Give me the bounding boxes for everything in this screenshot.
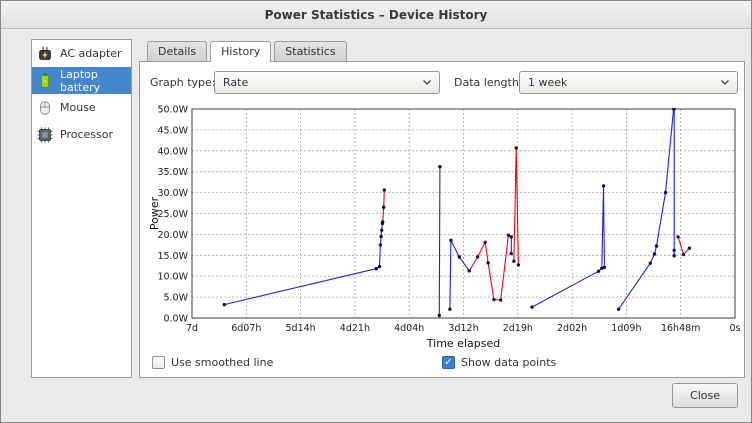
processor-icon bbox=[35, 125, 55, 145]
graph-type-value: Rate bbox=[223, 76, 248, 89]
ac-adapter-icon bbox=[35, 44, 55, 64]
checkbox-box[interactable]: ✓ bbox=[442, 356, 455, 369]
sidebar-item-laptop-battery[interactable]: Laptop battery bbox=[32, 67, 131, 94]
svg-text:50.0W: 50.0W bbox=[157, 105, 188, 116]
use-smoothed-line-checkbox[interactable]: ✓ Use smoothed line bbox=[152, 356, 273, 369]
svg-text:7d: 7d bbox=[186, 323, 198, 334]
svg-text:20.0W: 20.0W bbox=[157, 230, 188, 241]
check-icon: ✓ bbox=[444, 358, 452, 368]
svg-text:15.0W: 15.0W bbox=[157, 251, 188, 262]
svg-text:16h48m: 16h48m bbox=[661, 323, 700, 334]
svg-text:25.0W: 25.0W bbox=[157, 209, 188, 220]
svg-text:2d02h: 2d02h bbox=[557, 323, 587, 334]
tab-history[interactable]: History bbox=[210, 41, 271, 62]
svg-text:4d21h: 4d21h bbox=[340, 323, 370, 334]
svg-text:35.0W: 35.0W bbox=[157, 167, 188, 178]
svg-text:3d12h: 3d12h bbox=[448, 323, 478, 334]
tab-details[interactable]: Details bbox=[147, 41, 207, 61]
titlebar[interactable]: Power Statistics – Device History bbox=[1, 1, 751, 29]
tab-bar: Details History Statistics bbox=[147, 40, 350, 61]
chevron-down-icon bbox=[422, 76, 432, 89]
svg-text:2d19h: 2d19h bbox=[503, 323, 533, 334]
history-panel: Graph type: Rate Data length: 1 week 0.0… bbox=[139, 61, 745, 378]
svg-text:Power: Power bbox=[148, 196, 161, 230]
checkbox-box[interactable]: ✓ bbox=[152, 356, 165, 369]
svg-text:5d14h: 5d14h bbox=[286, 323, 316, 334]
sidebar-item-label: Mouse bbox=[60, 101, 96, 114]
data-length-label: Data length: bbox=[454, 76, 523, 89]
sidebar-item-label: Processor bbox=[60, 128, 113, 141]
svg-text:0.0W: 0.0W bbox=[163, 314, 188, 325]
history-chart: 0.0W 5.0W 10.0W 15.0W 20.0W 25.0W 30.0W 35.0W 40… bbox=[140, 102, 742, 354]
sidebar-item-ac-adapter[interactable]: AC adapter bbox=[32, 40, 131, 67]
data-length-dropdown[interactable]: 1 week bbox=[519, 71, 738, 94]
power-statistics-window: Power Statistics – Device History AC ada… bbox=[0, 0, 752, 423]
svg-text:30.0W: 30.0W bbox=[157, 188, 188, 199]
graph-type-dropdown[interactable]: Rate bbox=[214, 71, 440, 94]
sidebar-item-label: Laptop battery bbox=[60, 68, 128, 94]
tab-statistics[interactable]: Statistics bbox=[274, 41, 346, 61]
show-data-points-checkbox[interactable]: ✓ Show data points bbox=[442, 356, 556, 369]
data-length-value: 1 week bbox=[528, 76, 567, 89]
svg-text:4d04h: 4d04h bbox=[394, 323, 424, 334]
svg-text:Time elapsed: Time elapsed bbox=[426, 337, 500, 350]
sidebar-item-processor[interactable]: Processor bbox=[32, 121, 131, 148]
battery-icon bbox=[35, 71, 55, 91]
svg-text:10.0W: 10.0W bbox=[157, 272, 188, 283]
window-title: Power Statistics – Device History bbox=[265, 8, 488, 22]
svg-text:0s: 0s bbox=[730, 323, 741, 334]
graph-type-label: Graph type: bbox=[150, 76, 216, 89]
chart-controls: Graph type: Rate Data length: 1 week bbox=[150, 71, 740, 95]
svg-text:5.0W: 5.0W bbox=[163, 293, 188, 304]
mouse-icon bbox=[35, 98, 55, 118]
device-list: AC adapter Laptop battery Mouse bbox=[31, 39, 132, 378]
chevron-down-icon bbox=[720, 76, 730, 89]
svg-text:40.0W: 40.0W bbox=[157, 146, 188, 157]
sidebar-item-label: AC adapter bbox=[60, 47, 122, 60]
checkbox-label: Show data points bbox=[461, 356, 556, 369]
svg-text:1d09h: 1d09h bbox=[611, 323, 641, 334]
checkbox-label: Use smoothed line bbox=[171, 356, 273, 369]
svg-text:6d07h: 6d07h bbox=[231, 323, 261, 334]
close-button[interactable]: Close bbox=[672, 383, 738, 408]
sidebar-item-mouse[interactable]: Mouse bbox=[32, 94, 131, 121]
svg-text:45.0W: 45.0W bbox=[157, 125, 188, 136]
